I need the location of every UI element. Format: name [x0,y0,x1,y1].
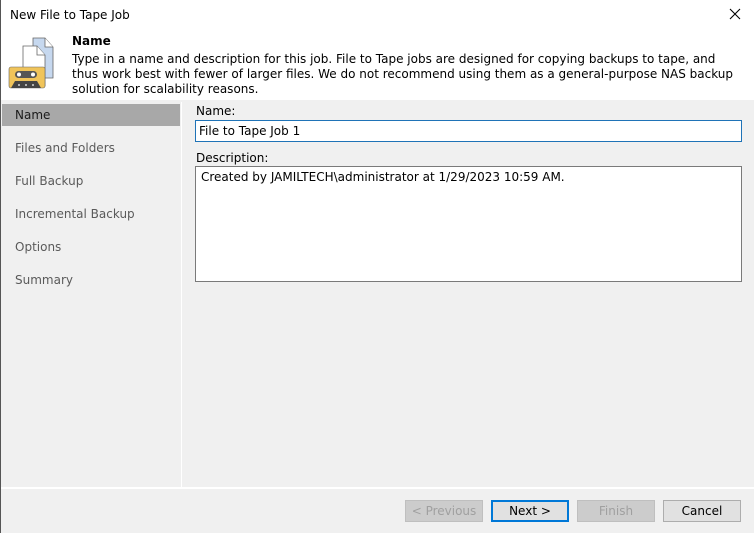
sidebar-item-name[interactable]: Name [2,104,180,126]
description-label: Description: [196,151,269,165]
wizard-window: New File to Tape Job Name Type in a name… [0,0,754,533]
wizard-header: Name Type in a name and description for … [1,30,754,100]
name-input[interactable] [195,120,742,142]
sidebar-item-files-and-folders[interactable]: Files and Folders [2,137,180,159]
window-title: New File to Tape Job [10,8,130,22]
previous-button[interactable]: < Previous [405,500,483,522]
name-step-content: Name: Description: Created by JAMILTECH\… [182,102,754,488]
name-label: Name: [196,104,236,118]
sidebar-item-summary[interactable]: Summary [2,269,180,291]
tape-files-icon [7,34,55,90]
step-title: Name [72,34,111,48]
description-input[interactable]: Created by JAMILTECH\administrator at 1/… [195,166,742,282]
sidebar-item-options[interactable]: Options [2,236,180,258]
wizard-steps-sidebar: Name Files and Folders Full Backup Incre… [1,102,181,488]
finish-button[interactable]: Finish [577,500,655,522]
next-button[interactable]: Next > [491,500,569,522]
step-description: Type in a name and description for this … [72,52,734,96]
title-bar: New File to Tape Job [1,0,754,30]
sidebar-item-full-backup[interactable]: Full Backup [2,170,180,192]
sidebar-item-incremental-backup[interactable]: Incremental Backup [2,203,180,225]
footer-separator [1,487,754,489]
cancel-button[interactable]: Cancel [663,500,741,522]
close-icon[interactable] [725,4,745,24]
